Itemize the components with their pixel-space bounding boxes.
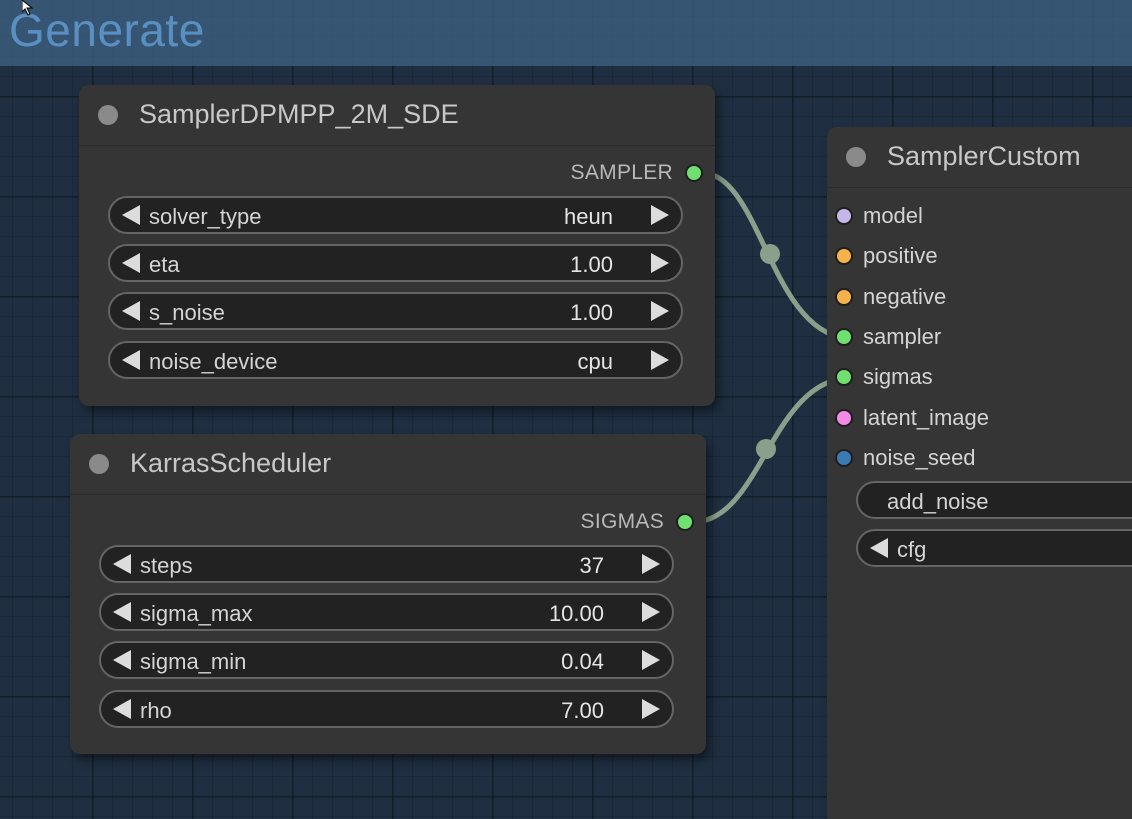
input-slot-icon[interactable] — [835, 409, 853, 427]
input-sampler: sampler — [835, 323, 941, 351]
widget-value: 0.04 — [561, 649, 604, 674]
input-sigmas: sigmas — [835, 363, 933, 391]
output-label: SAMPLER — [570, 161, 673, 184]
input-slot-icon[interactable] — [835, 449, 853, 467]
input-label: sampler — [863, 324, 942, 349]
mouse-cursor-icon — [22, 0, 34, 16]
widget-sigma-max[interactable]: sigma_max 10.00 — [99, 593, 674, 631]
widget-value: 1.00 — [570, 252, 613, 277]
output-slot-icon[interactable] — [685, 164, 703, 182]
input-label: positive — [863, 243, 938, 268]
input-model: model — [835, 202, 923, 230]
decrement-arrow-icon[interactable] — [113, 602, 131, 622]
widget-value: 7.00 — [561, 698, 604, 723]
widget-value: 10.00 — [548, 601, 604, 626]
widget-name: eta — [149, 252, 180, 277]
widget-solver-type[interactable]: solver_type heun — [108, 196, 683, 234]
decrement-arrow-icon[interactable] — [122, 253, 140, 273]
input-label: negative — [863, 284, 947, 309]
increment-arrow-icon[interactable] — [651, 350, 669, 370]
widget-value: heun — [564, 204, 613, 229]
group-title: Generate — [9, 4, 205, 56]
increment-arrow-icon[interactable] — [651, 205, 669, 225]
input-latent-image: latent_image — [835, 404, 989, 432]
collapse-dot-icon[interactable] — [846, 147, 866, 167]
widget-name: steps — [140, 553, 193, 578]
widget-name: solver_type — [149, 204, 262, 229]
decrement-arrow-icon[interactable] — [870, 538, 888, 558]
widget-rho[interactable]: rho 7.00 — [99, 690, 674, 728]
node-title: KarrasScheduler — [130, 448, 332, 478]
decrement-arrow-icon[interactable] — [113, 650, 131, 670]
widget-sigma-min[interactable]: sigma_min 0.04 — [99, 641, 674, 679]
input-label: sigmas — [863, 364, 933, 389]
decrement-arrow-icon[interactable] — [113, 699, 131, 719]
widget-noise-device[interactable]: noise_device cpu — [108, 341, 683, 379]
group-header[interactable]: Generate — [0, 0, 1132, 66]
output-slot-icon[interactable] — [676, 513, 694, 531]
node-title-bar[interactable]: KarrasScheduler — [70, 434, 706, 495]
output-label: SIGMAS — [580, 510, 664, 533]
output-sampler: SAMPLER — [571, 160, 703, 186]
input-slot-icon[interactable] — [835, 288, 853, 306]
widget-name: rho — [140, 698, 172, 723]
increment-arrow-icon[interactable] — [642, 650, 660, 670]
input-negative: negative — [835, 283, 946, 311]
node-title: SamplerCustom — [887, 141, 1081, 171]
widget-value: 1.00 — [570, 300, 613, 325]
node-title-bar[interactable]: SamplerDPMPP_2M_SDE — [79, 85, 715, 146]
output-sigmas: SIGMAS — [581, 509, 694, 535]
widget-name: cfg — [897, 537, 927, 562]
input-slot-icon[interactable] — [835, 247, 853, 265]
widget-value: 37 — [579, 553, 604, 578]
widget-name: sigma_min — [140, 649, 247, 674]
widget-value: cpu — [577, 349, 613, 374]
widget-name: s_noise — [149, 300, 225, 325]
increment-arrow-icon[interactable] — [642, 554, 660, 574]
node-karras-scheduler[interactable]: KarrasScheduler SIGMAS steps 37 sigma_ma… — [70, 434, 706, 754]
node-title-bar[interactable]: SamplerCustom — [827, 127, 1132, 188]
input-noise-seed: noise_seed — [835, 444, 976, 472]
node-sampler-custom[interactable]: SamplerCustom model positive negative sa… — [827, 127, 1132, 819]
widget-add-noise[interactable]: add_noise — [856, 481, 1132, 519]
widget-name: add_noise — [887, 489, 989, 514]
decrement-arrow-icon[interactable] — [122, 205, 140, 225]
input-slot-icon[interactable] — [835, 368, 853, 386]
decrement-arrow-icon[interactable] — [122, 301, 140, 321]
increment-arrow-icon[interactable] — [651, 301, 669, 321]
increment-arrow-icon[interactable] — [651, 253, 669, 273]
widget-name: noise_device — [149, 349, 278, 374]
input-slot-icon[interactable] — [835, 207, 853, 225]
node-title: SamplerDPMPP_2M_SDE — [139, 99, 459, 129]
widget-s-noise[interactable]: s_noise 1.00 — [108, 292, 683, 330]
input-label: latent_image — [863, 405, 989, 430]
decrement-arrow-icon[interactable] — [122, 350, 140, 370]
widget-name: sigma_max — [140, 601, 253, 626]
widget-steps[interactable]: steps 37 — [99, 545, 674, 583]
decrement-arrow-icon[interactable] — [113, 554, 131, 574]
node-sampler-dpmpp-2m-sde[interactable]: SamplerDPMPP_2M_SDE SAMPLER solver_type … — [79, 85, 715, 406]
input-positive: positive — [835, 242, 938, 270]
widget-cfg[interactable]: cfg — [856, 529, 1132, 567]
collapse-dot-icon[interactable] — [98, 105, 118, 125]
increment-arrow-icon[interactable] — [642, 602, 660, 622]
widget-eta[interactable]: eta 1.00 — [108, 244, 683, 282]
input-label: model — [863, 203, 923, 228]
input-label: noise_seed — [863, 445, 976, 470]
input-slot-icon[interactable] — [835, 328, 853, 346]
collapse-dot-icon[interactable] — [89, 454, 109, 474]
increment-arrow-icon[interactable] — [642, 699, 660, 719]
